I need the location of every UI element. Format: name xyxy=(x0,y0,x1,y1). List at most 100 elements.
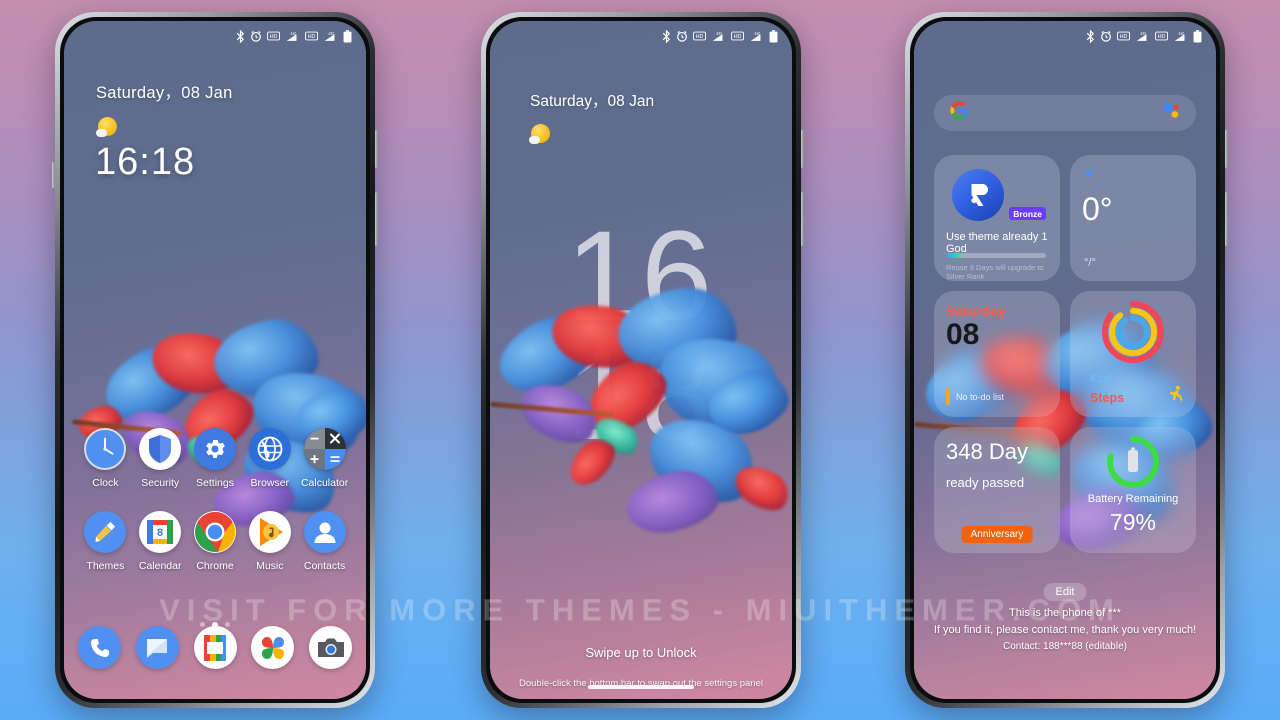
home-date-label: Saturday，08 Jan xyxy=(96,84,233,102)
camera-icon[interactable] xyxy=(309,626,352,669)
status-bar-3: HD 4G HD 4G xyxy=(914,21,1216,51)
calendar-widget[interactable]: Saturday 08 No to-do list xyxy=(934,291,1060,417)
phone-bezel-2: HD 4G HD 4G Saturday，08 Jan 16 18 Swipe … xyxy=(486,17,796,703)
signal-4g-icon: 4G xyxy=(1135,30,1150,42)
battery-icon xyxy=(343,29,352,43)
app-themes[interactable]: Themes xyxy=(78,511,133,572)
lost-line-3: Contact: 188***88 (editable) xyxy=(1003,641,1127,652)
alarm-icon xyxy=(676,30,688,42)
dock xyxy=(78,626,352,669)
signal-4g-icon-2: 4G xyxy=(323,30,338,42)
calendar-day-number: 8 xyxy=(157,527,163,539)
todo-accent-bar xyxy=(946,388,950,405)
home-indicator-bar[interactable] xyxy=(588,685,694,689)
svg-text:HD: HD xyxy=(696,34,704,40)
volume-button-2[interactable] xyxy=(801,130,804,168)
running-person-icon xyxy=(1167,385,1184,407)
lock-clock-minute: 18 xyxy=(565,324,717,468)
volume-button[interactable] xyxy=(375,130,378,168)
alarm-icon xyxy=(1100,30,1112,42)
message-icon[interactable] xyxy=(135,626,179,669)
google-g-icon xyxy=(950,101,969,125)
theme-subtitle: Reuse 9 Days will upgrade to Silver Rank xyxy=(946,263,1044,281)
edit-button[interactable]: Edit xyxy=(1043,583,1087,601)
svg-text:HD: HD xyxy=(734,34,742,40)
home-clock-label: 16:18 xyxy=(95,141,196,183)
theme-widget[interactable]: Bronze Use theme already 1 God Reuse 9 D… xyxy=(934,155,1060,281)
battery-icon xyxy=(1193,29,1202,43)
bluetooth-icon xyxy=(662,29,671,43)
hd-call-icon: HD xyxy=(1117,31,1130,41)
bluetooth-icon xyxy=(236,29,245,43)
theme-r-logo-icon xyxy=(952,169,1004,221)
steps-label: Steps xyxy=(1090,391,1125,405)
steps-kcal-label: Kcal xyxy=(1090,373,1112,385)
status-bar-2: HD 4G HD 4G xyxy=(490,21,792,51)
lock-weather-widget[interactable] xyxy=(529,124,550,144)
phone-home-screen: HD 4G HD 4G Saturday，08 Jan 16:18 Clock … xyxy=(52,12,378,708)
lock-clock-hour: 16 xyxy=(565,205,717,348)
home-weather-widget[interactable] xyxy=(96,117,117,137)
app-label: Music xyxy=(256,560,284,572)
hd-call-icon: HD xyxy=(267,31,280,41)
app-browser[interactable]: Browser xyxy=(242,428,297,489)
app-label: Calendar xyxy=(138,560,182,572)
svg-text:HD: HD xyxy=(270,34,278,40)
power-button-2[interactable] xyxy=(801,192,804,246)
battery-widget[interactable]: Battery Remaining 79% xyxy=(1070,427,1196,553)
steps-widget[interactable]: Kcal Steps xyxy=(1070,291,1196,417)
app-calculator[interactable]: Calculator xyxy=(297,428,352,489)
calculator-icon xyxy=(303,428,346,470)
left-side-button[interactable] xyxy=(52,162,55,188)
gear-icon xyxy=(193,428,236,470)
power-button[interactable] xyxy=(375,192,378,246)
anniversary-widget[interactable]: 348 Day ready passed Anniversary xyxy=(934,427,1060,553)
app-label: Chrome xyxy=(196,560,234,572)
phone-widgets-screen: HD 4G HD 4G Bronze Use theme already 1 G… xyxy=(905,12,1228,708)
power-button-3[interactable] xyxy=(1225,192,1228,246)
app-music[interactable]: Music xyxy=(242,511,297,572)
lost-line-2: If you find it, please contact me, thank… xyxy=(933,624,1197,636)
signal-4g-icon-2: 4G xyxy=(749,30,764,42)
phone-icon[interactable] xyxy=(78,626,121,669)
battery-icon xyxy=(769,29,778,43)
anniversary-subtitle: ready passed xyxy=(946,475,1025,490)
globe-icon xyxy=(248,428,291,470)
app-label: Browser xyxy=(250,477,290,489)
lost-line-1: This is the phone of *** xyxy=(1009,607,1121,619)
app-security[interactable]: Security xyxy=(133,428,188,489)
swipe-to-unlock-label[interactable]: Swipe up to Unlock xyxy=(490,645,792,660)
widgets-screen: HD 4G HD 4G Bronze Use theme already 1 G… xyxy=(914,21,1216,699)
theme-progress-fill xyxy=(946,253,962,258)
app-clock[interactable]: Clock xyxy=(78,428,133,489)
signal-4g-icon: 4G xyxy=(711,30,726,42)
shield-icon xyxy=(139,428,182,470)
sun-icon xyxy=(529,124,550,144)
volume-button-3[interactable] xyxy=(1225,130,1228,168)
calendar-day-number: 08 xyxy=(946,318,980,351)
files-icon[interactable] xyxy=(193,626,237,669)
phone-bezel: HD 4G HD 4G Saturday，08 Jan 16:18 Clock … xyxy=(60,17,370,703)
svg-text:HD: HD xyxy=(1120,34,1128,40)
app-settings[interactable]: Settings xyxy=(188,428,243,489)
app-label: Calculator xyxy=(300,477,349,489)
phone-bezel-3: HD 4G HD 4G Bronze Use theme already 1 G… xyxy=(910,17,1220,703)
theme-rank-badge: Bronze xyxy=(1009,207,1046,220)
google-assistant-icon[interactable] xyxy=(1161,101,1180,125)
app-calendar[interactable]: 8 Calendar xyxy=(133,511,188,572)
alarm-icon xyxy=(250,30,262,42)
signal-4g-icon-2: 4G xyxy=(1173,30,1188,42)
clock-icon xyxy=(84,428,127,470)
app-chrome[interactable]: Chrome xyxy=(188,511,243,572)
lock-big-clock: 16 18 xyxy=(490,205,792,468)
photos-icon[interactable] xyxy=(251,626,295,669)
weather-widget[interactable]: 0° °/° xyxy=(1070,155,1196,281)
calendar-weekday: Saturday xyxy=(946,303,1006,319)
signal-4g-icon: 4G xyxy=(285,30,300,42)
person-icon xyxy=(303,511,346,553)
play-music-icon xyxy=(248,511,291,553)
weather-range: °/° xyxy=(1084,257,1096,269)
google-search-bar[interactable] xyxy=(934,95,1196,131)
app-contacts[interactable]: Contacts xyxy=(297,511,352,572)
lock-date-label: Saturday，08 Jan xyxy=(530,93,655,110)
